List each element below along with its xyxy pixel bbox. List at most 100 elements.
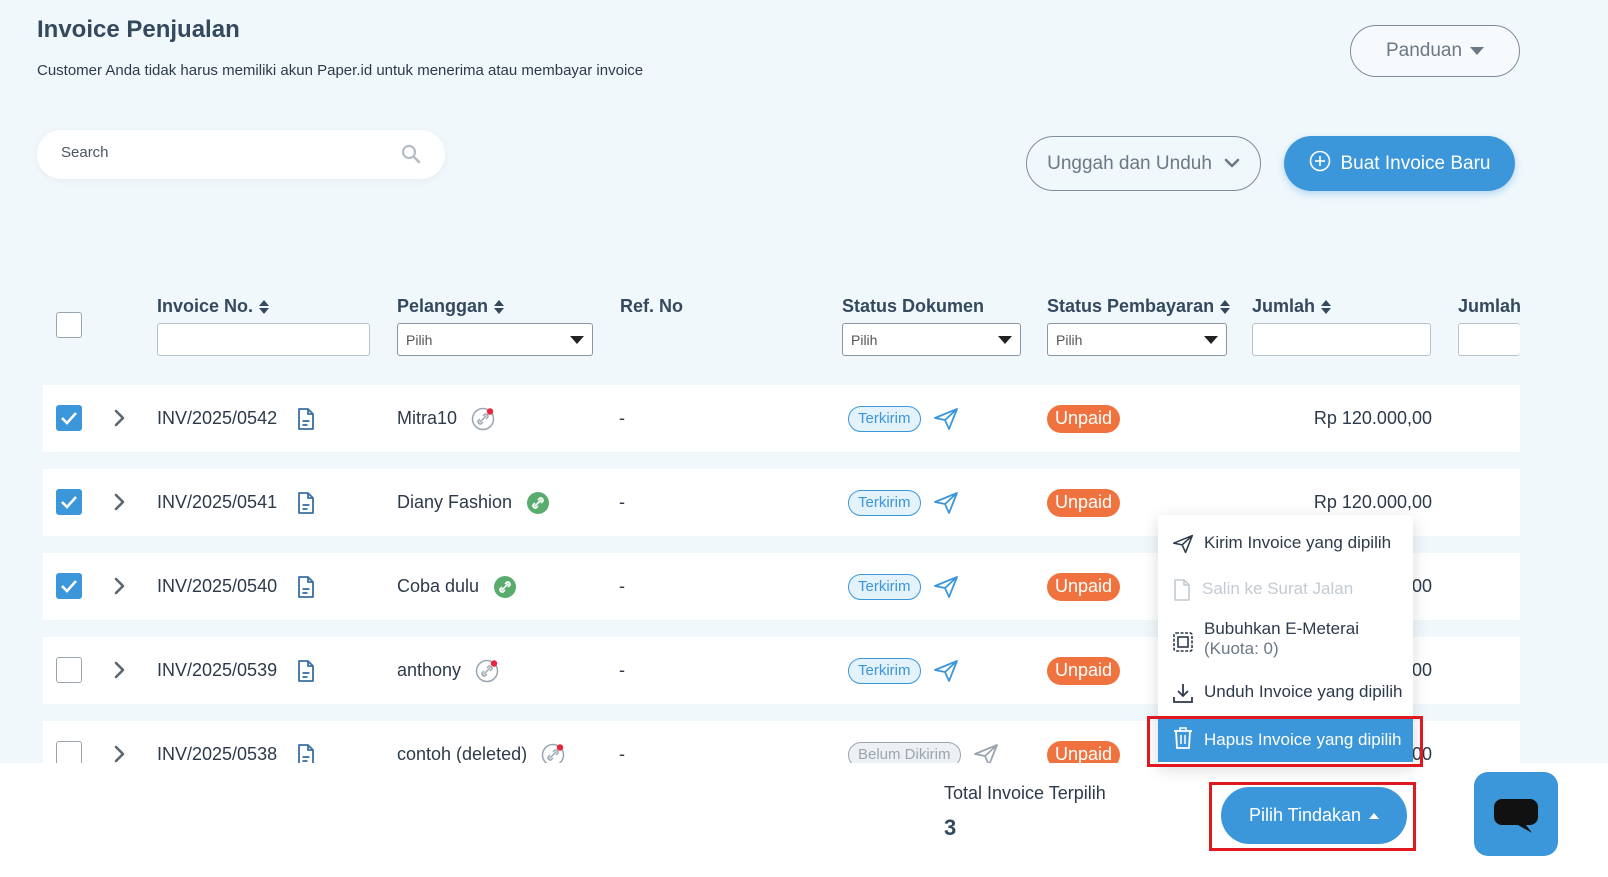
customer-name: Mitra10 bbox=[397, 408, 458, 428]
menu-item-sublabel: (Kuota: 0) bbox=[1204, 639, 1279, 658]
document-status-badge: Terkirim bbox=[848, 573, 921, 600]
send-icon[interactable] bbox=[933, 659, 959, 683]
invoice-number[interactable]: INV/2025/0539 bbox=[157, 660, 277, 681]
payment-status-badge: Unpaid bbox=[1047, 740, 1121, 763]
menu-item-label: Bubuhkan E-Meterai bbox=[1204, 619, 1359, 638]
invoice-number[interactable]: INV/2025/0542 bbox=[157, 408, 277, 429]
link-inactive-icon[interactable] bbox=[541, 743, 565, 763]
status-dokumen-filter-select[interactable]: Pilih bbox=[842, 323, 1021, 356]
search-icon[interactable] bbox=[401, 144, 421, 169]
document-icon[interactable] bbox=[297, 743, 315, 763]
column-header-jumlah[interactable]: Jumlah bbox=[1252, 296, 1332, 317]
link-active-icon[interactable] bbox=[526, 491, 550, 515]
link-inactive-icon[interactable] bbox=[471, 407, 495, 431]
column-header-jumlah-tagihan[interactable]: Jumlah T bbox=[1458, 296, 1520, 317]
search-box[interactable] bbox=[37, 130, 445, 179]
column-header-ref-no: Ref. No bbox=[620, 296, 683, 317]
column-header-pelanggan[interactable]: Pelanggan bbox=[397, 296, 505, 317]
caret-down-icon bbox=[998, 336, 1012, 344]
document-status-badge: Terkirim bbox=[848, 657, 921, 684]
caret-down-icon bbox=[1204, 336, 1218, 344]
payment-status-badge: Unpaid bbox=[1047, 572, 1121, 601]
upload-download-label: Unggah dan Unduh bbox=[1047, 152, 1212, 174]
document-icon[interactable] bbox=[297, 491, 315, 514]
column-header-invoice-no[interactable]: Invoice No. bbox=[157, 296, 270, 317]
select-all-checkbox[interactable] bbox=[56, 312, 82, 338]
sort-icon[interactable] bbox=[494, 299, 505, 314]
send-icon[interactable] bbox=[933, 407, 959, 431]
chat-icon bbox=[1494, 799, 1538, 833]
search-input[interactable] bbox=[61, 144, 391, 161]
column-header-status-pembayaran[interactable]: Status Pembayaran bbox=[1047, 296, 1231, 317]
total-selected-count: 3 bbox=[944, 815, 957, 840]
chat-widget-button[interactable] bbox=[1474, 772, 1558, 856]
sort-icon[interactable] bbox=[259, 299, 270, 314]
menu-item-send-invoices[interactable]: Kirim Invoice yang dipilih bbox=[1158, 533, 1413, 560]
document-icon[interactable] bbox=[297, 659, 315, 682]
menu-item-label: Kirim Invoice yang dipilih bbox=[1204, 533, 1392, 552]
pelanggan-filter-select[interactable]: Pilih bbox=[397, 323, 593, 356]
ref-no: - bbox=[619, 492, 625, 512]
table-row[interactable]: INV/2025/0542 Mitra10 - Terkirim Unpaid … bbox=[43, 385, 1520, 452]
total-selected-label: Total Invoice Terpilih bbox=[944, 783, 1106, 803]
row-checkbox[interactable] bbox=[56, 573, 82, 599]
document-icon[interactable] bbox=[297, 575, 315, 598]
row-checkbox[interactable] bbox=[56, 657, 82, 683]
customer-name: Coba dulu bbox=[397, 576, 480, 596]
expand-chevron-icon[interactable] bbox=[113, 493, 125, 516]
caret-down-icon bbox=[570, 336, 584, 344]
customer-name: anthony bbox=[397, 660, 462, 680]
menu-item-e-meterai[interactable]: Bubuhkan E-Meterai (Kuota: 0) bbox=[1158, 619, 1413, 659]
ref-no: - bbox=[619, 660, 625, 680]
invoice-number[interactable]: INV/2025/0541 bbox=[157, 492, 277, 513]
document-icon bbox=[1172, 579, 1192, 606]
document-status-badge: Terkirim bbox=[848, 489, 921, 516]
ref-no: - bbox=[619, 744, 625, 763]
column-header-label: Invoice No. bbox=[157, 296, 254, 316]
send-icon[interactable] bbox=[933, 575, 959, 599]
jumlah-filter-input[interactable] bbox=[1252, 323, 1431, 356]
ref-no: - bbox=[619, 576, 625, 596]
link-active-icon[interactable] bbox=[493, 575, 517, 599]
sort-icon[interactable] bbox=[1220, 299, 1231, 314]
panduan-button[interactable]: Panduan bbox=[1350, 25, 1520, 77]
amount: 00 bbox=[1411, 660, 1432, 680]
invoice-no-filter-input[interactable] bbox=[157, 323, 370, 356]
column-header-label: Ref. No bbox=[620, 296, 683, 316]
download-icon bbox=[1172, 682, 1194, 709]
invoice-number[interactable]: INV/2025/0540 bbox=[157, 576, 277, 597]
row-checkbox[interactable] bbox=[56, 741, 82, 763]
customer-name: Diany Fashion bbox=[397, 492, 513, 512]
jumlah-tagihan-filter-input[interactable] bbox=[1458, 323, 1520, 356]
sort-icon[interactable] bbox=[1321, 299, 1332, 314]
page-title: Invoice Penjualan bbox=[37, 16, 240, 43]
expand-chevron-icon[interactable] bbox=[113, 577, 125, 600]
expand-chevron-icon[interactable] bbox=[113, 745, 125, 763]
invoice-number[interactable]: INV/2025/0538 bbox=[157, 744, 277, 763]
column-header-label: Jumlah bbox=[1252, 296, 1316, 316]
send-icon[interactable] bbox=[933, 491, 959, 515]
customer-name: contoh (deleted) bbox=[397, 744, 528, 763]
upload-download-button[interactable]: Unggah dan Unduh bbox=[1026, 136, 1261, 191]
caret-down-icon bbox=[1470, 47, 1485, 55]
status-pembayaran-filter-select[interactable]: Pilih bbox=[1047, 323, 1227, 356]
highlight-box bbox=[1147, 716, 1423, 767]
send-icon[interactable] bbox=[973, 743, 999, 763]
amount: 00 bbox=[1411, 576, 1432, 596]
row-checkbox[interactable] bbox=[56, 489, 82, 515]
page-subtitle: Customer Anda tidak harus memiliki akun … bbox=[37, 62, 644, 79]
highlight-box bbox=[1209, 782, 1416, 851]
amount: Rp 120.000,00 bbox=[1313, 408, 1432, 428]
row-checkbox[interactable] bbox=[56, 405, 82, 431]
menu-item-label: Unduh Invoice yang dipilih bbox=[1204, 682, 1403, 701]
link-inactive-icon[interactable] bbox=[475, 659, 499, 683]
payment-status-badge: Unpaid bbox=[1047, 488, 1121, 517]
expand-chevron-icon[interactable] bbox=[113, 409, 125, 432]
create-invoice-button[interactable]: Buat Invoice Baru bbox=[1284, 136, 1515, 191]
document-icon[interactable] bbox=[297, 407, 315, 430]
select-value: Pilih bbox=[851, 331, 878, 348]
ref-no: - bbox=[619, 408, 625, 428]
column-header-status-dokumen: Status Dokumen bbox=[842, 296, 984, 317]
menu-item-download-invoices[interactable]: Unduh Invoice yang dipilih bbox=[1158, 682, 1413, 709]
expand-chevron-icon[interactable] bbox=[113, 661, 125, 684]
